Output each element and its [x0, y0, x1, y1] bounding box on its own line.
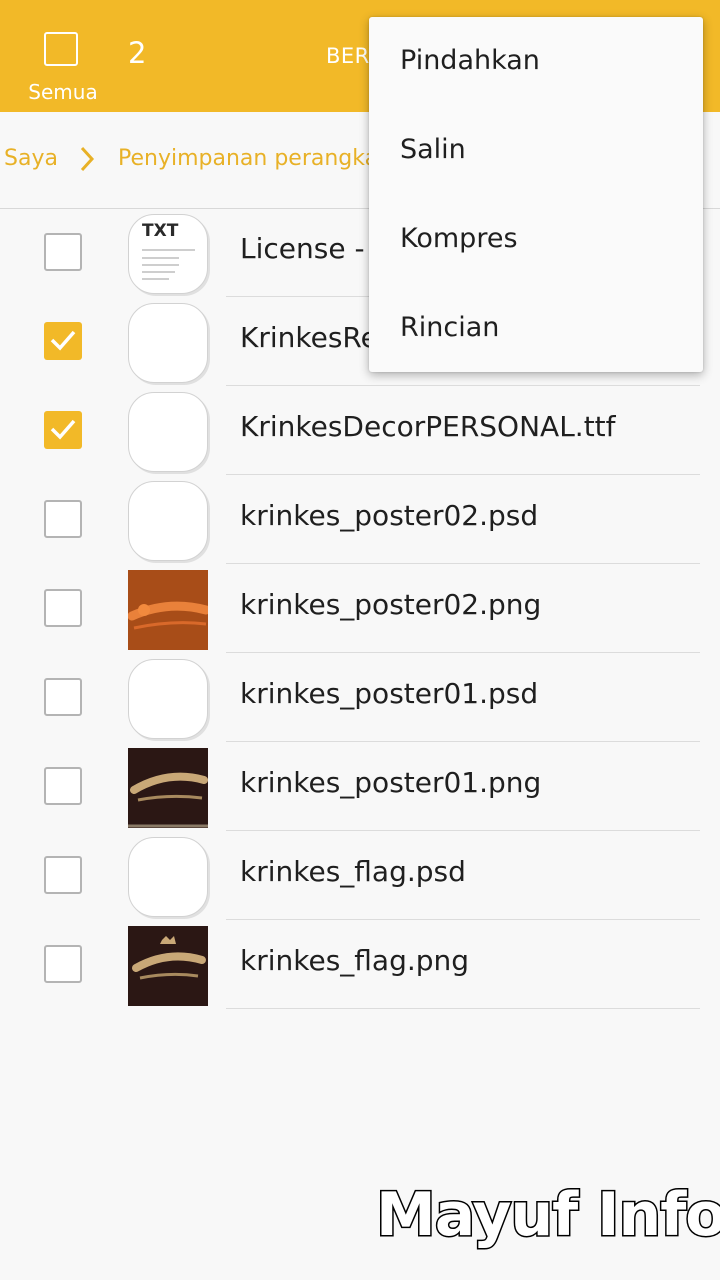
selected-count: 2 [128, 36, 147, 70]
file-icon [128, 303, 208, 383]
select-all-button[interactable]: Semua [18, 30, 108, 110]
file-checkbox[interactable] [44, 500, 82, 538]
menu-item-details[interactable]: Rincian [369, 284, 703, 373]
file-row[interactable]: KrinkesDecorPERSONAL.ttf [0, 386, 720, 475]
menu-item-move[interactable]: Pindahkan [369, 17, 703, 106]
chevron-right-icon [80, 146, 95, 172]
file-name: License - I [240, 232, 382, 265]
image-thumbnail [127, 570, 211, 650]
breadcrumb-item-device-storage[interactable]: Penyimpanan perangkat [118, 146, 387, 171]
menu-item-compress[interactable]: Kompres [369, 195, 703, 284]
file-checkbox-checked[interactable] [44, 411, 82, 449]
menu-item-label: Salin [400, 134, 466, 165]
file-icon [128, 659, 208, 739]
file-checkbox[interactable] [44, 589, 82, 627]
share-button[interactable]: BER [326, 44, 370, 68]
file-icon [128, 837, 208, 917]
watermark-text: Mayuf Info [375, 1179, 720, 1252]
file-checkbox[interactable] [44, 945, 82, 983]
breadcrumb-item-saya[interactable]: Saya [4, 146, 58, 171]
file-icon [128, 392, 208, 472]
image-thumbnail [128, 926, 208, 1006]
file-row[interactable]: krinkes_flag.psd [0, 831, 720, 920]
file-name: KrinkesRe [240, 321, 378, 354]
file-name: krinkes_flag.psd [240, 855, 466, 888]
flag-artwork [132, 936, 206, 980]
menu-item-label: Kompres [400, 223, 518, 254]
checkmark-icon [50, 330, 76, 351]
file-name: krinkes_poster01.psd [240, 677, 539, 710]
poster-artwork [128, 772, 208, 828]
row-divider [226, 1008, 700, 1009]
menu-item-label: Rincian [400, 312, 500, 343]
select-all-checkbox[interactable] [44, 32, 78, 66]
text-lines-icon [142, 249, 195, 280]
txt-file-icon: TXT [128, 214, 208, 294]
file-checkbox-checked[interactable] [44, 322, 82, 360]
file-row[interactable]: krinkes_poster01.psd [0, 653, 720, 742]
file-name: krinkes_flag.png [240, 944, 470, 977]
file-icon [128, 481, 208, 561]
file-row[interactable]: krinkes_poster02.png [0, 564, 720, 653]
poster-artwork [127, 601, 211, 630]
file-row[interactable]: krinkes_poster01.png [0, 742, 720, 831]
file-name: krinkes_poster02.psd [240, 499, 539, 532]
overflow-menu: Pindahkan Salin Kompres Rincian [369, 17, 703, 372]
file-row[interactable]: krinkes_flag.png [0, 920, 720, 1009]
file-checkbox[interactable] [44, 678, 82, 716]
select-all-label: Semua [28, 80, 98, 104]
menu-item-label: Pindahkan [400, 45, 540, 76]
file-checkbox[interactable] [44, 856, 82, 894]
file-checkbox[interactable] [44, 767, 82, 805]
file-name: krinkes_poster02.png [240, 588, 542, 621]
file-checkbox[interactable] [44, 233, 82, 271]
checkmark-icon [50, 419, 76, 440]
image-thumbnail [128, 748, 208, 828]
file-name: KrinkesDecorPERSONAL.ttf [240, 410, 616, 443]
menu-item-copy[interactable]: Salin [369, 106, 703, 195]
file-name: krinkes_poster01.png [240, 766, 542, 799]
file-row[interactable]: krinkes_poster02.psd [0, 475, 720, 564]
